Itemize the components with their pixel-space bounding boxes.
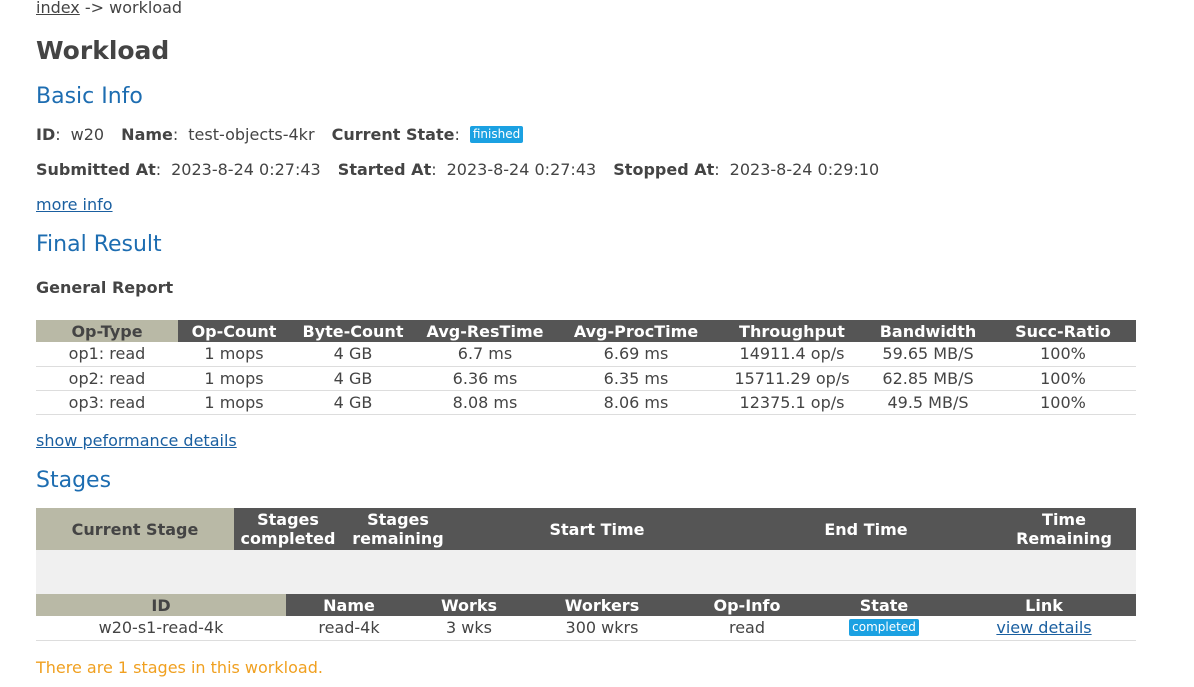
- basic-info-row-2: Submitted At: 2023-8-24 0:27:43 Started A…: [36, 160, 880, 179]
- id-label: ID: [36, 125, 56, 144]
- breadcrumb-separator: ->: [84, 0, 105, 17]
- submitted-value: 2023-8-24 0:27:43: [171, 160, 321, 179]
- name-label: Name: [121, 125, 173, 144]
- col-stage-id: ID: [36, 594, 286, 616]
- cell: 4 GB: [290, 390, 416, 415]
- cell: 100%: [990, 342, 1136, 367]
- col-byte-count: Byte-Count: [290, 320, 416, 342]
- cell: 12375.1 op/s: [718, 390, 866, 415]
- stage-works: 3 wks: [412, 616, 526, 641]
- cell: 1 mops: [178, 390, 290, 415]
- col-stage-workers: Workers: [526, 594, 678, 616]
- cell: op3: read: [36, 390, 178, 415]
- stage-summary-empty-row: [36, 550, 1136, 594]
- breadcrumb-index-link[interactable]: index: [36, 0, 80, 17]
- general-report-table: Op-Type Op-Count Byte-Count Avg-ResTime …: [36, 320, 1136, 415]
- cell: 1 mops: [178, 366, 290, 391]
- col-current-stage: Current Stage: [36, 508, 234, 550]
- more-info-link[interactable]: more info: [36, 195, 113, 214]
- started-value: 2023-8-24 0:27:43: [446, 160, 597, 179]
- cell: 8.06 ms: [554, 390, 718, 415]
- col-stages-completed: Stages completed: [234, 508, 342, 550]
- col-start-time: Start Time: [454, 508, 740, 550]
- page-title: Workload: [36, 36, 170, 65]
- cell: 100%: [990, 390, 1136, 415]
- cell: 6.35 ms: [554, 366, 718, 391]
- cell: 8.08 ms: [416, 390, 554, 415]
- state-label: Current State: [331, 125, 455, 144]
- general-report-heading: General Report: [36, 278, 174, 297]
- cell: 6.36 ms: [416, 366, 554, 391]
- stage-workers: 300 wkrs: [526, 616, 678, 641]
- id-value: w20: [70, 125, 105, 144]
- stage-op-info: read: [678, 616, 816, 641]
- cell: 49.5 MB/S: [866, 390, 990, 415]
- basic-info-heading: Basic Info: [36, 84, 143, 109]
- cell: op1: read: [36, 342, 178, 367]
- col-stage-link: Link: [952, 594, 1136, 616]
- col-end-time: End Time: [740, 508, 992, 550]
- started-label: Started At: [337, 160, 432, 179]
- show-performance-details-link[interactable]: show peformance details: [36, 431, 237, 450]
- table-row: op3: read 1 mops 4 GB 8.08 ms 8.06 ms 12…: [36, 390, 1136, 415]
- cell: 62.85 MB/S: [866, 366, 990, 391]
- cell: 59.65 MB/S: [866, 342, 990, 367]
- stages-heading: Stages: [36, 468, 112, 493]
- col-throughput: Throughput: [718, 320, 866, 342]
- col-time-remaining: Time Remaining: [992, 508, 1136, 550]
- stage-summary-table: Current Stage Stages completed Stages rema…: [36, 508, 1136, 594]
- table-row: w20-s1-read-4k read-4k 3 wks 300 wkrs re…: [36, 616, 1136, 641]
- state-badge: finished: [469, 126, 524, 143]
- col-stage-works: Works: [412, 594, 526, 616]
- col-avg-restime: Avg-ResTime: [416, 320, 554, 342]
- stage-list-table: ID Name Works Workers Op-Info State Link…: [36, 594, 1136, 641]
- final-result-heading: Final Result: [36, 232, 162, 257]
- col-stage-op-info: Op-Info: [678, 594, 816, 616]
- col-stage-name: Name: [286, 594, 412, 616]
- breadcrumb: index -> workload: [36, 0, 182, 17]
- stage-name: read-4k: [286, 616, 412, 641]
- cell: 100%: [990, 366, 1136, 391]
- breadcrumb-current: workload: [109, 0, 183, 17]
- basic-info-row-1: ID: w20 Name: test-objects-4kr Current Sta…: [36, 125, 535, 144]
- submitted-label: Submitted At: [36, 160, 156, 179]
- table-row: op1: read 1 mops 4 GB 6.7 ms 6.69 ms 149…: [36, 342, 1136, 367]
- col-op-count: Op-Count: [178, 320, 290, 342]
- cell: 14911.4 op/s: [718, 342, 866, 367]
- col-stages-remaining: Stages remaining: [342, 508, 454, 550]
- stopped-label: Stopped At: [613, 160, 715, 179]
- col-succ-ratio: Succ-Ratio: [990, 320, 1136, 342]
- cell: 6.7 ms: [416, 342, 554, 367]
- cell: 1 mops: [178, 342, 290, 367]
- col-stage-state: State: [816, 594, 952, 616]
- name-value: test-objects-4kr: [188, 125, 315, 144]
- cell: 4 GB: [290, 366, 416, 391]
- table-row: op2: read 1 mops 4 GB 6.36 ms 6.35 ms 15…: [36, 366, 1136, 391]
- stage-state-badge: completed: [849, 619, 919, 637]
- stages-count-note: There are 1 stages in this workload.: [36, 658, 323, 677]
- col-op-type: Op-Type: [36, 320, 178, 342]
- stage-link-cell: view details: [952, 616, 1136, 641]
- col-avg-proctime: Avg-ProcTime: [554, 320, 718, 342]
- stage-id: w20-s1-read-4k: [36, 616, 286, 641]
- cell: 4 GB: [290, 342, 416, 367]
- cell: 15711.29 op/s: [718, 366, 866, 391]
- cell: op2: read: [36, 366, 178, 391]
- cell: 6.69 ms: [554, 342, 718, 367]
- view-details-link[interactable]: view details: [996, 618, 1091, 637]
- col-bandwidth: Bandwidth: [866, 320, 990, 342]
- stage-state-cell: completed: [816, 616, 952, 641]
- stopped-value: 2023-8-24 0:29:10: [729, 160, 880, 179]
